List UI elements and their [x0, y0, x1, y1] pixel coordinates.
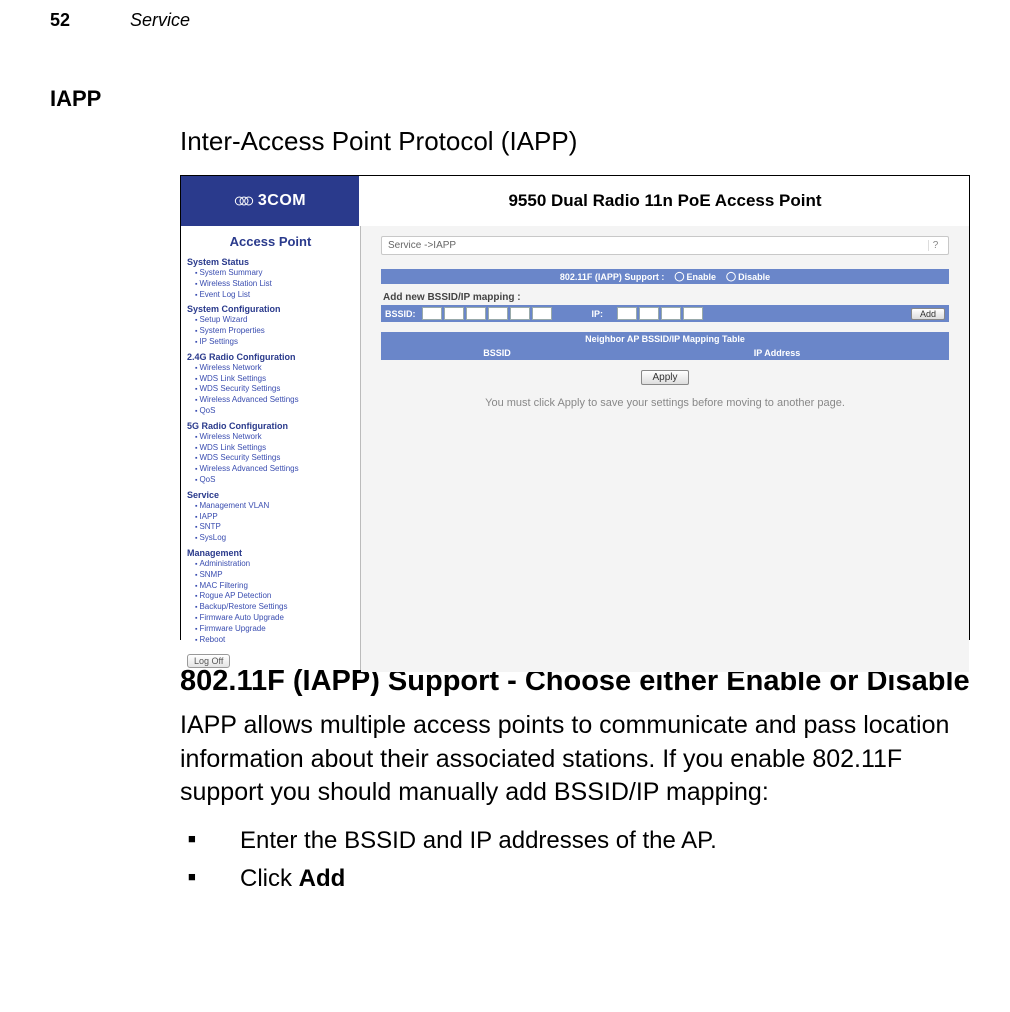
add-button[interactable]: Add	[911, 308, 945, 320]
page-number: 52	[50, 10, 70, 31]
sidebar-item[interactable]: Wireless Advanced Settings	[195, 395, 354, 406]
list-item-text: Enter the BSSID and IP addresses of the …	[240, 827, 717, 854]
sidebar-item[interactable]: Wireless Advanced Settings	[195, 464, 354, 475]
bssid-label: BSSID:	[385, 309, 422, 319]
sidebar-item[interactable]: Event Log List	[195, 290, 354, 301]
list-item-bold: Add	[299, 865, 346, 892]
list-item: Click Add	[180, 860, 990, 898]
brand-logo: 3COM	[181, 176, 361, 226]
brand-logo-text: 3COM	[258, 192, 306, 210]
col-bssid: BSSID	[385, 348, 609, 358]
sidebar-title: Access Point	[187, 234, 354, 249]
help-icon[interactable]: ?	[928, 240, 942, 251]
sidebar-group: 5G Radio Configuration	[187, 421, 354, 431]
section-heading-iapp: IAPP	[0, 86, 1010, 112]
sidebar-item[interactable]: MAC Filtering	[195, 581, 354, 592]
sidebar-item[interactable]: WDS Security Settings	[195, 453, 354, 464]
bssid-octet-4[interactable]	[488, 307, 508, 320]
sidebar-item[interactable]: Setup Wizard	[195, 315, 354, 326]
iapp-support-label: 802.11F (IAPP) Support :	[560, 272, 665, 282]
sidebar-item[interactable]: Management VLAN	[195, 501, 354, 512]
sidebar-item[interactable]: WDS Link Settings	[195, 443, 354, 454]
sidebar-item[interactable]: QoS	[195, 406, 354, 417]
sidebar: Access Point System Status System Summar…	[181, 226, 361, 672]
sidebar-item[interactable]: SNMP	[195, 570, 354, 581]
breadcrumb: Service ->IAPP	[388, 240, 456, 251]
embedded-screenshot: 3COM 9550 Dual Radio 11n PoE Access Poin…	[180, 175, 970, 640]
col-ip: IP Address	[609, 348, 945, 358]
ip-octet-2[interactable]	[639, 307, 659, 320]
sidebar-item[interactable]: Rogue AP Detection	[195, 591, 354, 602]
sidebar-item[interactable]: QoS	[195, 475, 354, 486]
running-head: 52 Service	[0, 10, 1010, 31]
sidebar-item[interactable]: SysLog	[195, 533, 354, 544]
sidebar-item[interactable]: WDS Link Settings	[195, 374, 354, 385]
bssid-octet-1[interactable]	[422, 307, 442, 320]
bssid-octet-5[interactable]	[510, 307, 530, 320]
bssid-octet-3[interactable]	[466, 307, 486, 320]
add-mapping-label: Add new BSSID/IP mapping :	[383, 292, 949, 303]
ip-octet-1[interactable]	[617, 307, 637, 320]
sidebar-item[interactable]: Backup/Restore Settings	[195, 602, 354, 613]
bssid-octet-2[interactable]	[444, 307, 464, 320]
bssid-octet-6[interactable]	[532, 307, 552, 320]
radio-disable[interactable]: ◯	[726, 271, 736, 282]
sidebar-item[interactable]: Wireless Network	[195, 432, 354, 443]
ip-label: IP:	[592, 309, 610, 319]
sidebar-item[interactable]: IAPP	[195, 512, 354, 523]
ip-octet-4[interactable]	[683, 307, 703, 320]
apply-hint: You must click Apply to save your settin…	[381, 397, 949, 409]
sidebar-item[interactable]: Wireless Network	[195, 363, 354, 374]
sidebar-item[interactable]: Reboot	[195, 635, 354, 646]
iapp-support-bar: 802.11F (IAPP) Support : ◯ Enable ◯ Disa…	[381, 269, 949, 284]
apply-button[interactable]: Apply	[641, 370, 688, 385]
sidebar-item[interactable]: Firmware Upgrade	[195, 624, 354, 635]
sidebar-item[interactable]: IP Settings	[195, 337, 354, 348]
subsection-paragraph: IAPP allows multiple access points to co…	[180, 709, 990, 810]
sidebar-group: System Configuration	[187, 304, 354, 314]
sidebar-group: 2.4G Radio Configuration	[187, 352, 354, 362]
product-title: 9550 Dual Radio 11n PoE Access Point	[361, 176, 969, 226]
sidebar-item[interactable]: Wireless Station List	[195, 279, 354, 290]
add-mapping-row: BSSID: IP:	[381, 305, 949, 322]
radio-disable-label: Disable	[738, 272, 770, 282]
sidebar-item[interactable]: WDS Security Settings	[195, 384, 354, 395]
sidebar-item[interactable]: System Summary	[195, 268, 354, 279]
sidebar-group: Management	[187, 548, 354, 558]
sidebar-group: Service	[187, 490, 354, 500]
bullet-list: Enter the BSSID and IP addresses of the …	[180, 822, 990, 899]
list-item-prefix: Click	[240, 865, 299, 892]
rings-icon	[234, 194, 254, 208]
radio-enable-label: Enable	[687, 272, 717, 282]
breadcrumb-bar: Service ->IAPP ?	[381, 236, 949, 255]
sidebar-group: System Status	[187, 257, 354, 267]
main-panel: Service ->IAPP ? 802.11F (IAPP) Support …	[361, 226, 969, 672]
sidebar-item[interactable]: System Properties	[195, 326, 354, 337]
running-title: Service	[130, 10, 190, 31]
radio-enable[interactable]: ◯	[674, 271, 684, 282]
ip-octet-3[interactable]	[661, 307, 681, 320]
list-item: Enter the BSSID and IP addresses of the …	[180, 822, 990, 860]
neighbor-table-header: BSSID IP Address	[381, 346, 949, 360]
sidebar-item[interactable]: Administration	[195, 559, 354, 570]
neighbor-table-caption: Neighbor AP BSSID/IP Mapping Table	[381, 332, 949, 346]
sidebar-item[interactable]: SNTP	[195, 522, 354, 533]
sidebar-item[interactable]: Firmware Auto Upgrade	[195, 613, 354, 624]
screenshot-header: 3COM 9550 Dual Radio 11n PoE Access Poin…	[181, 176, 969, 226]
section-intro: Inter-Access Point Protocol (IAPP)	[180, 126, 990, 157]
